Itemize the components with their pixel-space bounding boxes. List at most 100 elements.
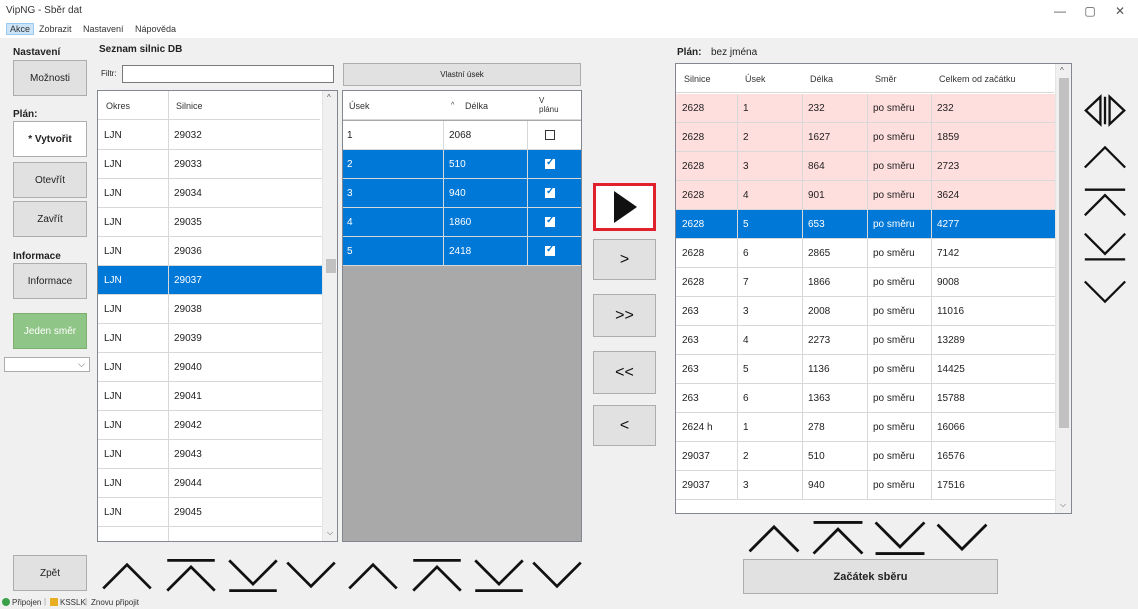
col-silnice[interactable]: Silnice [176,101,203,111]
col-v-planu[interactable]: V plánu [539,96,559,114]
add-all-button[interactable]: >> [593,294,656,337]
segments-move-down-icon[interactable] [530,556,584,595]
roads-row[interactable]: LJN 29039 [98,324,322,353]
col-plan-smer[interactable]: Směr [875,74,897,84]
roads-move-bottom-icon[interactable] [226,556,280,595]
roads-row[interactable]: LJN 29034 [98,179,322,208]
plan-move-bottom-icon[interactable] [872,518,928,558]
in-plan-checkbox[interactable] [545,130,555,140]
direction-select[interactable]: ⌵ [4,357,90,372]
plan-move-up-icon[interactable] [746,518,802,558]
plan-row[interactable]: 29037 2 510 po směru 16576 [676,442,1055,471]
vlastni-usek-button[interactable]: Vlastní úsek [343,63,581,86]
scroll-down-icon[interactable]: ⌵ [327,528,333,538]
close-icon[interactable]: ✕ [1110,4,1130,18]
col-plan-delka[interactable]: Délka [810,74,833,84]
otevrit-button[interactable]: Otevřít [13,162,87,198]
vytvorit-button[interactable]: * Vytvořit [13,121,87,157]
maximize-icon[interactable]: ▢ [1080,4,1100,18]
minimize-icon[interactable]: — [1050,4,1070,18]
jeden-smer-button[interactable]: Jeden směr [13,313,87,349]
plan-row[interactable]: 2628 7 1866 po směru 9008 [676,268,1055,297]
segments-move-bottom-icon[interactable] [472,556,526,595]
roads-row[interactable]: LJN 29032 [98,121,322,150]
reverse-direction-icon[interactable] [1082,94,1128,127]
roads-row[interactable]: LJN 29036 [98,237,322,266]
col-okres[interactable]: Okres [106,101,130,111]
segment-row[interactable]: 1 2068 [343,121,581,150]
col-usek[interactable]: Úsek [349,101,370,111]
roads-row[interactable]: LJN 29041 [98,382,322,411]
roads-move-up-icon[interactable] [100,556,154,595]
col-plan-celkem[interactable]: Celkem od začátku [939,74,1016,84]
roads-row[interactable]: LJN 29043 [98,440,322,469]
plan-divider [737,152,738,180]
roads-row[interactable]: LJN 29035 [98,208,322,237]
add-one-button[interactable]: > [593,239,656,280]
status-separator: | [44,597,47,606]
plan-side-move-up-icon[interactable] [1082,140,1128,173]
segment-row[interactable]: 2 510 [343,150,581,179]
plan-row[interactable]: 2624 h 1 278 po směru 16066 [676,413,1055,442]
segment-row[interactable]: 3 940 [343,179,581,208]
menu-akce[interactable]: Akce [6,23,35,35]
col-delka[interactable]: Délka [465,101,488,111]
roads-row[interactable]: LJN 29038 [98,295,322,324]
plan-scroll-up-icon[interactable]: ^ [1060,66,1064,75]
roads-row[interactable]: LJN 29042 [98,411,322,440]
plan-side-move-top-icon[interactable] [1082,186,1128,219]
plan-row[interactable]: 263 6 1363 po směru 15788 [676,384,1055,413]
roads-move-top-icon[interactable] [164,556,218,595]
segments-move-top-icon[interactable] [410,556,464,595]
plan-row[interactable]: 2628 6 2865 po směru 7142 [676,239,1055,268]
reconnect-link[interactable]: Znovu připojit [91,598,139,607]
informace-button[interactable]: Informace [13,263,87,299]
menu-napoveda[interactable]: Nápověda [132,24,179,34]
moznosti-button[interactable]: Možnosti [13,60,87,96]
in-plan-checkbox[interactable] [545,186,555,198]
plan-side-move-bottom-icon[interactable] [1082,230,1128,263]
segment-row[interactable]: 5 2418 [343,237,581,266]
in-plan-checkbox[interactable] [545,157,555,169]
plan-scroll-down-icon[interactable]: ⌵ [1060,500,1066,510]
segment-row[interactable]: 4 1860 [343,208,581,237]
plan-move-down-icon[interactable] [934,518,990,558]
plan-row[interactable]: 29037 3 940 po směru 17516 [676,471,1055,500]
plan-scroll-thumb[interactable] [1059,78,1069,428]
col-plan-usek[interactable]: Úsek [745,74,766,84]
segments-move-up-icon[interactable] [346,556,400,595]
in-plan-checkbox[interactable] [545,215,555,227]
plan-divider [867,210,868,238]
plan-side-move-down-icon[interactable] [1082,276,1128,309]
plan-row[interactable]: 2628 3 864 po směru 2723 [676,152,1055,181]
roads-row[interactable]: LJN 29037 [98,266,322,295]
roads-scrollbar[interactable]: ^ ⌵ [322,91,337,541]
plan-row[interactable]: 263 4 2273 po směru 13289 [676,326,1055,355]
plan-row[interactable]: 263 3 2008 po směru 11016 [676,297,1055,326]
plan-move-top-icon[interactable] [810,518,866,558]
plan-row[interactable]: 263 5 1136 po směru 14425 [676,355,1055,384]
remove-one-button[interactable]: < [593,405,656,446]
menu-zobrazit[interactable]: Zobrazit [36,24,75,34]
menu-nastaveni[interactable]: Nastavení [80,24,127,34]
in-plan-checkbox[interactable] [545,244,555,256]
roads-row[interactable]: LJN 29044 [98,469,322,498]
filter-input[interactable] [122,65,334,83]
roads-row[interactable]: LJN 29040 [98,353,322,382]
play-button[interactable] [593,183,656,231]
plan-row[interactable]: 2628 1 232 po směru 232 [676,94,1055,123]
col-plan-silnice[interactable]: Silnice [684,74,711,84]
plan-row[interactable]: 2628 4 901 po směru 3624 [676,181,1055,210]
zavrit-button[interactable]: Zavřít [13,201,87,237]
zacatek-sberu-button[interactable]: Začátek sběru [743,559,998,594]
remove-all-button[interactable]: << [593,351,656,394]
plan-row[interactable]: 2628 5 653 po směru 4277 [676,210,1055,239]
plan-row[interactable]: 2628 2 1627 po směru 1859 [676,123,1055,152]
plan-scrollbar[interactable]: ^ ⌵ [1055,64,1071,513]
roads-row[interactable]: LJN 29045 [98,498,322,527]
roads-scroll-thumb[interactable] [326,259,336,273]
roads-row[interactable]: LJN 29033 [98,150,322,179]
roads-move-down-icon[interactable] [284,556,338,595]
scroll-up-icon[interactable]: ^ [327,93,331,102]
zpet-button[interactable]: Zpět [13,555,87,591]
